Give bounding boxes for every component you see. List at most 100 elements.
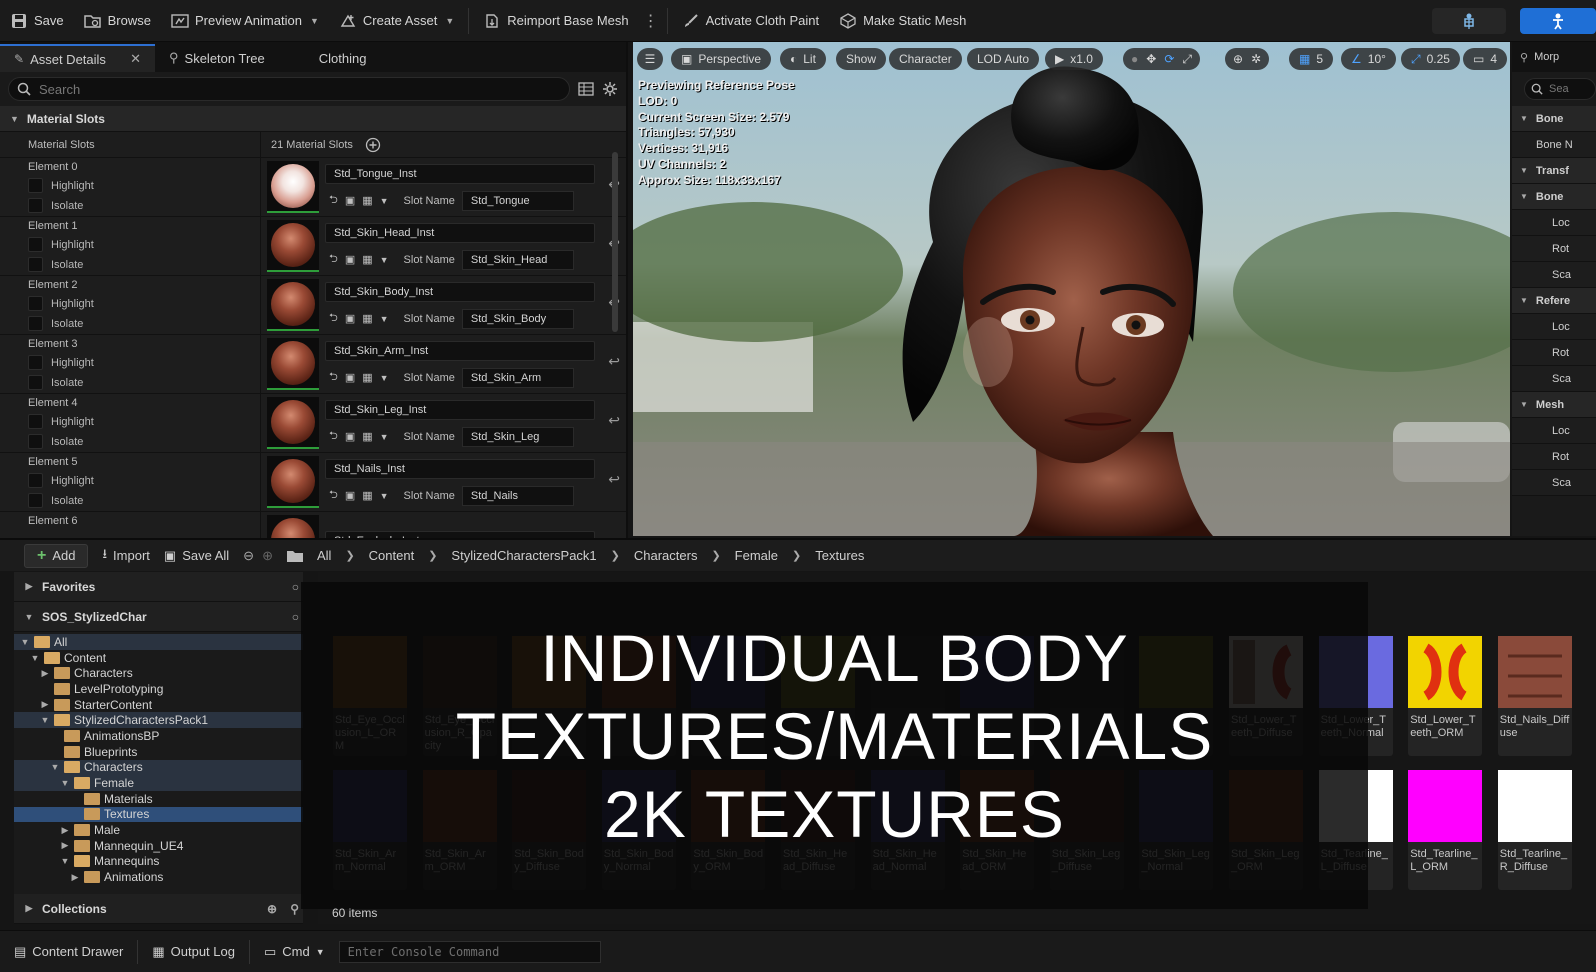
tab-asset-details[interactable]: ✎ Asset Details ✕ [0, 44, 155, 72]
right-property-row[interactable]: Rot [1512, 236, 1596, 262]
highlight-checkbox[interactable] [28, 237, 43, 252]
breadcrumb-item[interactable]: All [317, 548, 331, 563]
highlight-checkbox[interactable] [28, 414, 43, 429]
breadcrumb-item[interactable]: Textures [815, 548, 864, 563]
material-thumbnail[interactable] [267, 397, 319, 449]
search-icon[interactable]: ○ [292, 580, 299, 594]
folder-tree-item[interactable]: Blueprints [14, 744, 303, 760]
forward-icon[interactable]: ⊕ [262, 548, 273, 564]
settings-gear-icon[interactable] [602, 81, 618, 97]
browse-folder-icon[interactable]: ▣ [345, 371, 355, 384]
skeleton-mode-button[interactable] [1432, 8, 1506, 34]
asset-tile[interactable]: Std_Nails_Diffuse [1497, 636, 1572, 756]
browse-folder-icon[interactable]: ▣ [345, 194, 355, 207]
breadcrumb-item[interactable]: Female [735, 548, 778, 563]
right-property-row[interactable]: Loc [1512, 418, 1596, 444]
viewport-menu-button[interactable]: ☰ [637, 48, 663, 70]
highlight-checkbox[interactable] [28, 178, 43, 193]
folder-tree-item[interactable]: ▼ Mannequins [14, 854, 303, 870]
chevron-down-icon[interactable]: ▼ [380, 196, 389, 206]
chevron-right-icon[interactable]: ▶ [40, 699, 50, 710]
breadcrumb-item[interactable]: Characters [634, 548, 698, 563]
chevron-down-icon[interactable]: ▼ [380, 491, 389, 501]
chevron-down-icon[interactable]: ▼ [380, 314, 389, 324]
lit-button[interactable]: ◐ Lit [780, 48, 826, 70]
slot-name-field[interactable]: Std_Skin_Body [461, 308, 574, 329]
save-button[interactable]: Save [0, 0, 74, 42]
asset-tile[interactable]: Std_Tearline_R_Diffuse [1497, 770, 1572, 890]
chevron-down-icon[interactable]: ▼ [20, 637, 30, 647]
checker-icon[interactable]: ▦ [362, 312, 372, 325]
highlight-toggle[interactable]: Highlight [28, 178, 260, 193]
add-button[interactable]: + Add [24, 543, 89, 568]
world-icon[interactable]: ⊕ [1233, 52, 1243, 66]
chevron-down-icon[interactable]: ▼ [40, 715, 50, 725]
material-thumbnail[interactable] [267, 161, 319, 213]
folder-tree-item[interactable]: Materials [14, 791, 303, 807]
breadcrumb-item[interactable]: Content [369, 548, 415, 563]
content-drawer-button[interactable]: ▤ Content Drawer [10, 939, 127, 965]
project-section[interactable]: ▼ SOS_StylizedChar ○ [14, 602, 303, 632]
scale-icon[interactable]: ⤢ [1182, 52, 1192, 67]
cmd-dropdown[interactable]: ▭ Cmd ▼ [260, 939, 329, 965]
tab-morph[interactable]: ⚲ Morp [1512, 42, 1596, 72]
right-property-row[interactable]: Sca [1512, 470, 1596, 496]
rotate-icon[interactable]: ⟳ [1164, 52, 1174, 66]
slot-name-field[interactable]: Std_Skin_Arm [461, 367, 574, 388]
show-button[interactable]: Show [836, 48, 887, 70]
right-section-header[interactable]: ▼ Refere [1512, 288, 1596, 314]
folder-tree-item[interactable]: ▶ Characters [14, 665, 303, 681]
create-asset-dropdown[interactable]: Create Asset ▼ [329, 0, 464, 42]
folder-tree-item[interactable]: ▶ Mannequin_UE4 [14, 838, 303, 854]
use-selected-icon[interactable]: ⮌ [329, 486, 338, 505]
use-selected-icon[interactable]: ⮌ [329, 191, 338, 210]
perspective-button[interactable]: ▣ Perspective [671, 48, 772, 70]
right-search-input[interactable]: Sea [1512, 72, 1596, 106]
snap-surface-icon[interactable]: ✲ [1251, 52, 1261, 66]
chevron-right-icon[interactable]: ▶ [70, 872, 80, 883]
details-scrollbar[interactable] [612, 152, 618, 332]
folder-tree-item[interactable]: ▼ Characters [14, 759, 303, 776]
highlight-toggle[interactable]: Highlight [28, 237, 260, 252]
isolate-toggle[interactable]: Isolate [28, 316, 260, 331]
import-button[interactable]: ⭳ Import [102, 545, 149, 567]
isolate-checkbox[interactable] [28, 257, 43, 272]
right-property-row[interactable]: Loc [1512, 314, 1596, 340]
checker-icon[interactable]: ▦ [362, 194, 372, 207]
camera-speed-button[interactable]: ▭ 4 [1463, 48, 1508, 70]
character-button[interactable]: Character [889, 48, 962, 70]
select-icon[interactable]: ● [1131, 52, 1138, 66]
highlight-checkbox[interactable] [28, 473, 43, 488]
chevron-down-icon[interactable]: ▼ [50, 762, 60, 772]
checker-icon[interactable]: ▦ [362, 371, 372, 384]
material-thumbnail[interactable] [267, 279, 319, 331]
highlight-checkbox[interactable] [28, 355, 43, 370]
checker-icon[interactable]: ▦ [362, 489, 372, 502]
use-selected-icon[interactable]: ⮌ [329, 250, 338, 269]
search-icon[interactable]: ⚲ [290, 902, 299, 916]
add-collection-icon[interactable]: ⊕ [267, 902, 277, 916]
isolate-checkbox[interactable] [28, 375, 43, 390]
highlight-toggle[interactable]: Highlight [28, 355, 260, 370]
browse-folder-icon[interactable]: ▣ [345, 253, 355, 266]
folder-tree-item[interactable]: ▼ Female [14, 775, 303, 791]
save-all-button[interactable]: ▣ Save All [164, 548, 229, 564]
isolate-toggle[interactable]: Isolate [28, 493, 260, 508]
reset-arrow-icon[interactable]: ↩ [608, 353, 620, 370]
move-icon[interactable]: ✥ [1146, 52, 1156, 66]
folder-tree-item[interactable]: ▶ StarterContent [14, 697, 303, 713]
browse-folder-icon[interactable]: ▣ [345, 312, 355, 325]
browse-folder-icon[interactable]: ▣ [345, 489, 355, 502]
make-static-mesh-button[interactable]: Make Static Mesh [829, 0, 976, 42]
material-asset-picker[interactable]: Std_Skin_Leg_Inst [325, 399, 595, 420]
asset-tile[interactable]: Std_Lower_Teeth_ORM [1408, 636, 1483, 756]
output-log-button[interactable]: ▦ Output Log [148, 939, 239, 965]
collections-section[interactable]: ▶ Collections ⊕ ⚲ [14, 894, 303, 924]
highlight-toggle[interactable]: Highlight [28, 473, 260, 488]
right-property-row[interactable]: Rot [1512, 340, 1596, 366]
table-view-icon[interactable] [578, 82, 594, 96]
playback-speed-button[interactable]: ▶ x1.0 [1045, 48, 1103, 70]
folder-tree-item[interactable]: ▼ All [14, 634, 303, 650]
tab-clothing[interactable]: Clothing [279, 44, 381, 72]
right-property-row[interactable]: Sca [1512, 262, 1596, 288]
